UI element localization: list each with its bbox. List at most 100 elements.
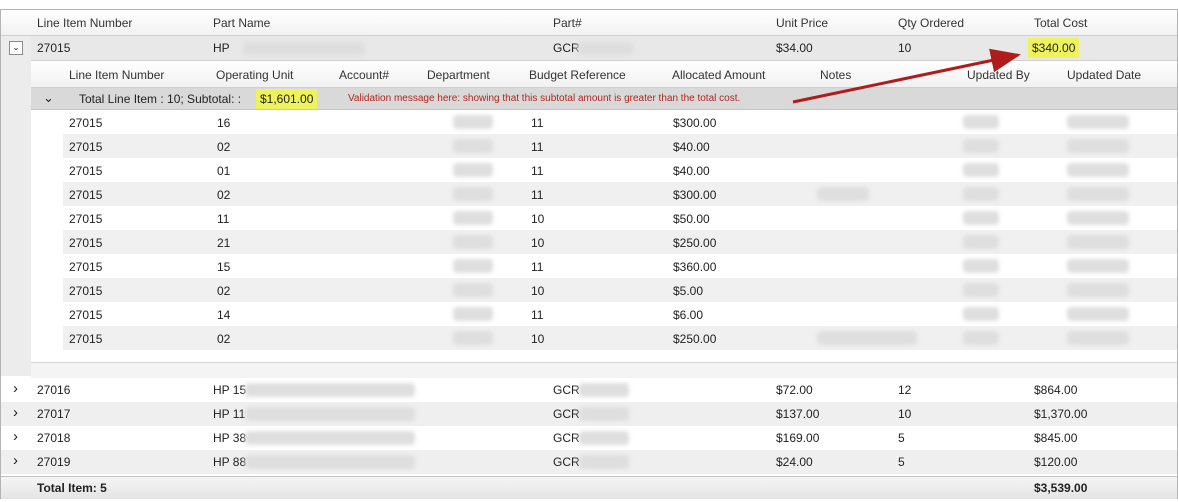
redacted-part-no <box>579 455 629 469</box>
detail-row[interactable]: 27015 02 10 $250.00 <box>63 326 1177 350</box>
row-unit-price: $137.00 <box>776 407 820 421</box>
redacted-updated-date <box>1067 283 1129 297</box>
redacted-department <box>453 259 493 273</box>
detail-row[interactable]: 27015 15 11 $360.00 <box>63 254 1177 278</box>
row-line-item-number: 27015 <box>37 41 71 55</box>
redacted-updated-by <box>963 307 999 321</box>
col-header-unit-price[interactable]: Unit Price <box>776 16 828 30</box>
detail-line-item-number: 27015 <box>69 332 103 346</box>
detail-header: Line Item Number Operating Unit Account#… <box>31 61 1177 88</box>
detail-line-item-number: 27015 <box>69 308 103 322</box>
redacted-updated-date <box>1067 187 1129 201</box>
detail-row[interactable]: 27015 02 11 $300.00 <box>63 182 1177 206</box>
row-qty: 10 <box>898 41 912 55</box>
detail-allocated-amount: $250.00 <box>673 332 717 346</box>
redacted-updated-by <box>963 115 999 129</box>
detail-budget-reference: 10 <box>531 284 545 298</box>
redacted-part-name <box>245 383 415 397</box>
row-line-item-number: 27019 <box>37 455 71 469</box>
redacted-updated-date <box>1067 115 1129 129</box>
redacted-part-name <box>245 407 415 421</box>
detail-row[interactable]: 27015 02 11 $40.00 <box>63 134 1177 158</box>
redacted-updated-date <box>1067 211 1129 225</box>
row-unit-price: $72.00 <box>776 383 813 397</box>
redacted-updated-by <box>963 331 999 345</box>
row-part-name: HP 11 <box>213 407 246 421</box>
row-line-item-number: 27017 <box>37 407 71 421</box>
row-part-no: GCR <box>553 455 580 469</box>
redacted-updated-by <box>963 283 999 297</box>
detail-col-operating-unit[interactable]: Operating Unit <box>216 68 293 82</box>
expand-row-icon[interactable]: › <box>13 404 18 421</box>
redacted-department <box>453 235 493 249</box>
redacted-part-name <box>245 431 415 445</box>
row-gutter <box>1 36 32 376</box>
detail-line-item-number: 27015 <box>69 260 103 274</box>
detail-col-account[interactable]: Account# <box>339 68 389 82</box>
detail-col-notes[interactable]: Notes <box>820 68 851 82</box>
redacted-department <box>453 163 493 177</box>
detail-allocated-amount: $300.00 <box>673 188 717 202</box>
group-collapse-icon[interactable]: ⌄ <box>43 90 54 106</box>
detail-row[interactable]: 27015 11 10 $50.00 <box>63 206 1177 230</box>
detail-line-item-number: 27015 <box>69 116 103 130</box>
redacted-updated-date <box>1067 331 1129 345</box>
group-row[interactable]: ⌄ Total Line Item : 10; Subtotal: : $1,6… <box>31 88 1177 110</box>
detail-line-item-number: 27015 <box>69 140 103 154</box>
detail-col-updated-by[interactable]: Updated By <box>967 68 1030 82</box>
detail-line-item-number: 27015 <box>69 284 103 298</box>
footer-total-items: Total Item: 5 <box>37 481 107 495</box>
table-row[interactable]: › 27018 HP 38 GCR $169.00 5 $845.00 <box>1 426 1177 450</box>
detail-row[interactable]: 27015 16 11 $300.00 <box>63 110 1177 134</box>
redacted-updated-date <box>1067 139 1129 153</box>
redacted-part-name <box>243 42 365 55</box>
row-total-cost: $864.00 <box>1034 383 1078 397</box>
line-items-grid: Line Item Number Part Name Part# Unit Pr… <box>0 9 1178 499</box>
detail-budget-reference: 10 <box>531 332 545 346</box>
redacted-updated-by <box>963 187 999 201</box>
detail-operating-unit: 01 <box>217 164 231 178</box>
col-header-total-cost[interactable]: Total Cost <box>1034 16 1087 30</box>
col-header-line-item-number[interactable]: Line Item Number <box>37 16 132 30</box>
validation-message: Validation message here: showing that th… <box>348 93 741 104</box>
redacted-department <box>453 115 493 129</box>
grid-header: Line Item Number Part Name Part# Unit Pr… <box>1 10 1177 36</box>
detail-operating-unit: 02 <box>217 140 231 154</box>
redacted-part-no <box>579 407 629 421</box>
row-qty: 5 <box>898 455 905 469</box>
expanded-row[interactable]: 27015 HP GCR $34.00 10 $340.00 <box>31 36 1177 61</box>
detail-col-budget-reference[interactable]: Budget Reference <box>529 68 626 82</box>
detail-col-department[interactable]: Department <box>427 68 490 82</box>
group-label: Total Line Item : 10; Subtotal: : <box>79 92 242 106</box>
detail-allocated-amount: $40.00 <box>673 164 710 178</box>
grid-footer: Total Item: 5 $3,539.00 <box>1 476 1177 499</box>
detail-budget-reference: 10 <box>531 212 545 226</box>
col-header-part-name[interactable]: Part Name <box>213 16 270 30</box>
collapse-row-icon[interactable]: ⌄ <box>9 41 23 55</box>
row-part-name: HP 15 <box>213 383 247 397</box>
detail-col-allocated-amount[interactable]: Allocated Amount <box>672 68 765 82</box>
expand-row-icon[interactable]: › <box>13 380 18 397</box>
col-header-part-no[interactable]: Part# <box>553 16 582 30</box>
detail-row[interactable]: 27015 02 10 $5.00 <box>63 278 1177 302</box>
row-line-item-number: 27016 <box>37 383 71 397</box>
redacted-part-no <box>579 431 629 445</box>
expand-row-icon[interactable]: › <box>13 452 18 469</box>
table-row[interactable]: › 27019 HP 88 GCR $24.00 5 $120.00 <box>1 450 1177 474</box>
redacted-department <box>453 187 493 201</box>
detail-row[interactable]: 27015 14 11 $6.00 <box>63 302 1177 326</box>
row-part-name: HP 88 <box>213 455 247 469</box>
table-row[interactable]: › 27016 HP 15 GCR $72.00 12 $864.00 <box>1 378 1177 402</box>
detail-operating-unit: 16 <box>217 116 231 130</box>
detail-allocated-amount: $300.00 <box>673 116 717 130</box>
detail-col-updated-date[interactable]: Updated Date <box>1067 68 1141 82</box>
table-row[interactable]: › 27017 HP 11 GCR $137.00 10 $1,370.00 <box>1 402 1177 426</box>
redacted-part-no <box>577 42 633 55</box>
detail-col-line-item-number[interactable]: Line Item Number <box>69 68 164 82</box>
detail-row[interactable]: 27015 21 10 $250.00 <box>63 230 1177 254</box>
redacted-notes <box>817 331 917 345</box>
redacted-part-no <box>579 383 629 397</box>
detail-row[interactable]: 27015 01 11 $40.00 <box>63 158 1177 182</box>
col-header-qty-ordered[interactable]: Qty Ordered <box>898 16 964 30</box>
expand-row-icon[interactable]: › <box>13 428 18 445</box>
